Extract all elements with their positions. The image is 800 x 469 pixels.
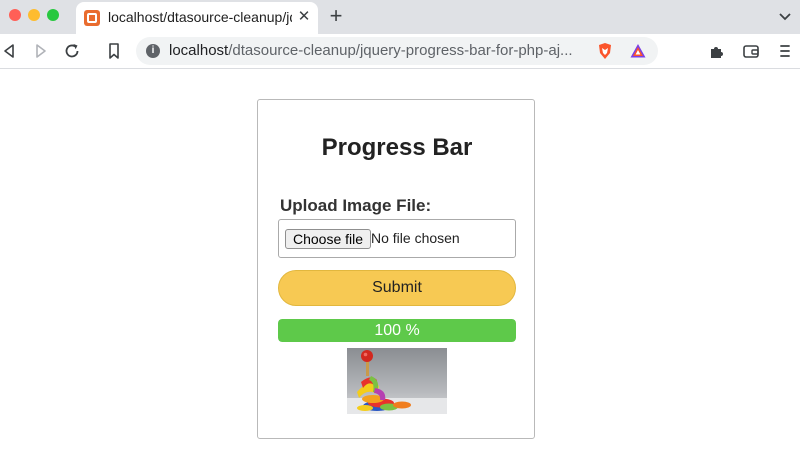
address-bar[interactable]: i localhost/dtasource-cleanup/jquery-pro… xyxy=(136,37,658,65)
puzzle-icon[interactable] xyxy=(707,41,727,61)
tab-title: localhost/dtasource-cleanup/jquery-progr… xyxy=(108,9,292,25)
window-close-button[interactable] xyxy=(9,9,21,21)
window-zoom-button[interactable] xyxy=(47,9,59,21)
brave-shield-icon[interactable] xyxy=(596,42,614,60)
choose-file-button[interactable]: Choose file xyxy=(285,229,372,249)
page-title: Progress Bar xyxy=(321,134,473,161)
reload-icon[interactable] xyxy=(62,41,82,61)
brave-rewards-icon[interactable] xyxy=(629,42,647,60)
uploaded-image-preview xyxy=(347,348,447,414)
wallet-icon[interactable] xyxy=(741,41,761,61)
browser-tab[interactable]: localhost/dtasource-cleanup/jquery-progr… xyxy=(76,2,318,34)
progress-percentage-text: 100 % xyxy=(374,322,420,339)
window-minimize-button[interactable] xyxy=(28,9,40,21)
url-path: /dtasource-cleanup/jquery-progress-bar-f… xyxy=(228,42,573,59)
tab-strip: localhost/dtasource-cleanup/jquery-progr… xyxy=(0,0,800,34)
upload-form-card: Progress Bar Upload Image File: Choose f… xyxy=(257,99,535,439)
tab-close-icon[interactable]: ✕ xyxy=(296,8,312,26)
menu-icon[interactable] xyxy=(775,41,795,61)
browser-toolbar: i localhost/dtasource-cleanup/jquery-pro… xyxy=(0,34,800,69)
upload-image-label: Upload Image File: xyxy=(280,196,432,215)
back-arrow-icon[interactable] xyxy=(0,41,20,61)
upload-progress-bar: 100 % xyxy=(278,319,516,342)
info-icon[interactable]: i xyxy=(146,44,160,58)
forward-arrow-icon[interactable] xyxy=(30,41,50,61)
bookmark-icon[interactable] xyxy=(104,41,124,61)
submit-button[interactable]: Submit xyxy=(278,270,516,306)
new-tab-button[interactable]: + xyxy=(326,5,346,27)
tab-search-chevron-icon[interactable] xyxy=(776,7,794,25)
xampp-favicon-icon xyxy=(84,10,100,26)
url-host: localhost xyxy=(169,42,229,59)
url-text[interactable]: localhost/dtasource-cleanup/jquery-progr… xyxy=(169,42,579,59)
file-input-field[interactable]: Choose file No file chosen xyxy=(278,219,516,258)
no-file-chosen-text: No file chosen xyxy=(371,230,460,246)
